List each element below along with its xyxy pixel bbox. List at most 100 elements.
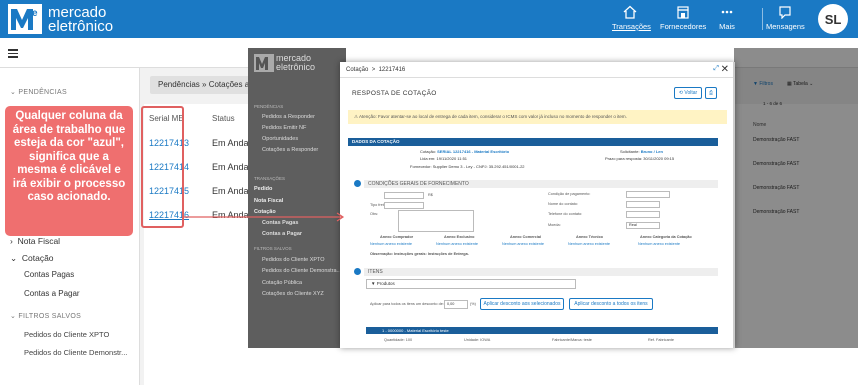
dim-overlay-right <box>734 48 858 348</box>
voltar-button[interactable]: ⟲ Voltar <box>674 87 702 99</box>
dim-item: Pedidos a Responder <box>262 114 315 120</box>
section-itens[interactable]: ITENS <box>364 268 718 276</box>
cotacao-modal: Cotação > 12217416 ⤢ ✕ RESPOSTA DE COTAÇ… <box>340 62 735 348</box>
produtos-dropdown[interactable]: ▼ Produtos <box>366 279 576 289</box>
cond-pag-select[interactable] <box>626 191 670 198</box>
more-dots-icon <box>721 10 733 14</box>
section-condicoes[interactable]: CONDIÇÕES GERAIS DE FORNECIMENTO <box>364 180 718 188</box>
modal-scrollbar[interactable] <box>733 62 735 348</box>
dim-heading: TRANSAÇÕES <box>254 176 286 181</box>
serial-column-highlight <box>141 106 184 228</box>
nav-label: Mais <box>719 22 735 31</box>
nav-divider <box>762 8 763 30</box>
anexo-empty: Nenhum anexo existente <box>568 242 611 246</box>
brand-name: mercado eletrônico <box>48 5 114 35</box>
apply-all-button[interactable]: Aplicar desconto a todos os itens <box>569 298 653 310</box>
dim-item: Pedidos do Cliente XPTO <box>262 257 325 263</box>
step-dot <box>354 180 361 187</box>
desconto-input[interactable]: 0,00 <box>444 300 468 309</box>
item-ref: Ref. Fabricante <box>648 338 674 342</box>
sidebar-item-nota-fiscal[interactable]: › Nota Fiscal <box>10 236 60 246</box>
cond-pag-label: Condição de pagamento: <box>548 192 591 196</box>
dim-item: Cotações do Cliente XYZ <box>262 291 324 297</box>
dim-heading: FILTROS SALVOS <box>254 246 292 251</box>
sidebar-filter-demonstr[interactable]: Pedidos do Cliente Demonstr... <box>24 348 127 357</box>
moeda-label: Moeda: <box>548 223 561 227</box>
modal-title: RESPOSTA DE COTAÇÃO <box>352 90 437 97</box>
frete-currency: R$ <box>428 193 433 197</box>
breadcrumb[interactable]: Pendências » Cotações a Resp <box>150 76 254 94</box>
modal-crumb-root[interactable]: Cotação <box>346 67 368 73</box>
solicitante-row: Solicitante: Bruno / Len <box>620 149 663 154</box>
dim-heading: PENDÊNCIAS <box>254 104 284 109</box>
dim-item: Pedidos Emitir NF <box>262 125 307 131</box>
telefone-label: Telefone do contato: <box>548 212 583 216</box>
hamburger-menu-icon[interactable] <box>8 49 18 58</box>
sidebar-item-cotacao[interactable]: ⌄ Cotação <box>10 253 54 264</box>
dim-item: Cotações a Responder <box>262 147 319 153</box>
svg-text:e: e <box>32 8 38 19</box>
nav-label: Transações <box>612 22 651 31</box>
anexo-header: Anexo Categoria da Cotação <box>640 235 692 239</box>
anexo-header: Anexo Comprador <box>380 235 414 239</box>
tutorial-tooltip: Qualquer coluna da área de trabalho que … <box>5 106 133 236</box>
nav-transacoes[interactable]: Transações <box>612 5 651 31</box>
print-icon[interactable]: ⎙ <box>705 87 717 99</box>
anexo-empty: Nenhum anexo existente <box>638 242 681 246</box>
expand-icon[interactable]: ⤢ <box>713 65 719 73</box>
pointer-arrow <box>184 212 345 222</box>
desconto-label: Aplicar para todos os itens um desconto … <box>370 302 444 306</box>
pct-label: (%) <box>470 302 476 306</box>
frete-input[interactable] <box>384 192 424 199</box>
item-row-header[interactable]: 1 - 0000000 - Material Escritório teste <box>366 327 718 334</box>
sidebar-item-contas-pagas[interactable]: Contas Pagas <box>24 270 74 279</box>
brand-line2: eletrônico <box>48 18 114 35</box>
prazo-row: Prazo para resposta: 30/11/2020 09:15 <box>605 156 675 161</box>
item-fabricante: Fabricante/Marca: teste <box>552 338 592 342</box>
home-icon <box>623 5 637 19</box>
modal-breadcrumb: Cotação > 12217416 <box>340 62 735 78</box>
alert-banner: ⚠ Atenção: Favor atentar-se ao local de … <box>348 110 727 124</box>
modal-crumb-sep: > <box>371 67 376 73</box>
nav-fornecedores[interactable]: Fornecedores <box>660 5 706 31</box>
nav-mensagens[interactable]: Mensagens <box>766 5 805 31</box>
step-dot <box>354 268 361 275</box>
observacao-text: Observação: Instruções gerais: Instruçõe… <box>370 252 469 256</box>
anexo-empty: Nenhum anexo existente <box>370 242 413 246</box>
fornecedor-row: Fornecedor: Supplier Demo 3 - Ley - CNPJ… <box>410 164 525 169</box>
sidebar-item-contas-pagar[interactable]: Contas a Pagar <box>24 289 80 298</box>
anexo-empty: Nenhum anexo existente <box>502 242 545 246</box>
mercado-eletronico-logo <box>254 54 274 72</box>
close-icon[interactable]: ✕ <box>721 64 729 75</box>
nav-label: Mensagens <box>766 22 805 31</box>
obs-textarea[interactable] <box>398 210 474 232</box>
sidebar-heading-filtros: ⌄ FILTROS SALVOS <box>10 313 82 320</box>
user-avatar[interactable]: SL <box>818 4 848 34</box>
dim-brand: mercado eletrônico <box>276 53 316 72</box>
item-qtd: Quantidade: 100 <box>384 338 413 342</box>
telefone-input[interactable] <box>626 211 660 218</box>
sidebar-filter-xpto[interactable]: Pedidos do Cliente XPTO <box>24 330 109 339</box>
dados-cotacao-header: DADOS DA COTAÇÃO <box>348 138 718 146</box>
obs-label: Obs: <box>370 212 379 216</box>
lida-row: Lida em: 19/11/2020 11:51 <box>420 156 468 161</box>
anexo-empty: Nenhum anexo existente <box>436 242 479 246</box>
anexo-header: Anexo Exclusivo <box>444 235 475 239</box>
col-header-status[interactable]: Status <box>212 114 235 123</box>
dim-item: Cotação Pública <box>262 280 303 286</box>
tipo-frete-select[interactable] <box>384 202 424 209</box>
apply-selected-button[interactable]: Aplicar desconto aos selecionados <box>480 298 564 310</box>
cotacao-row: Cotação: SERIAL 12217416 - Material Escr… <box>420 149 510 154</box>
moeda-select[interactable]: Real <box>626 222 660 229</box>
dim-item: Pedidos do Cliente Demonstra... <box>262 268 342 274</box>
dim-item: Nota Fiscal <box>254 198 284 204</box>
anexo-header: Anexo Técnico <box>576 235 604 239</box>
message-icon <box>779 6 791 19</box>
dim-item: Pedido <box>254 186 273 192</box>
top-bar: e mercado eletrônico Transações Forneced… <box>0 0 858 38</box>
item-unidade: Unidade: IOWA <box>464 338 491 342</box>
nome-contato-label: Nome do contato: <box>548 202 578 206</box>
mercado-eletronico-logo[interactable]: e <box>8 4 42 34</box>
nome-contato-input[interactable] <box>626 201 660 208</box>
nav-mais[interactable]: Mais <box>716 5 738 31</box>
